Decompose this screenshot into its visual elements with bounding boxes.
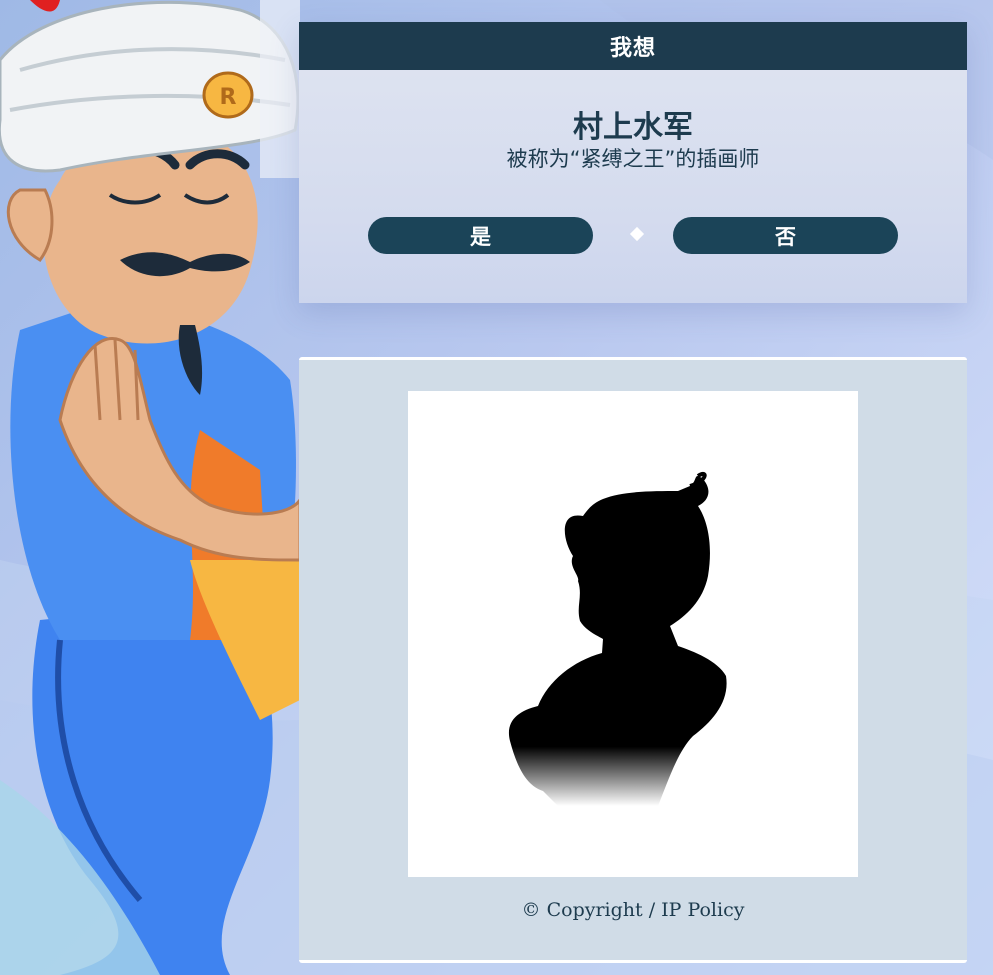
guess-header: 我想: [299, 22, 967, 70]
guess-description: 被称为“紧缚之王”的插画师: [506, 147, 760, 171]
no-button[interactable]: 否: [673, 217, 898, 254]
character-image-panel: © Copyright / IP Policy: [299, 357, 967, 963]
svg-text:R: R: [220, 85, 237, 110]
yes-button[interactable]: 是: [368, 217, 593, 254]
copyright-link[interactable]: © Copyright / IP Policy: [299, 899, 967, 921]
diamond-icon: [629, 226, 645, 242]
guess-name: 村上水军: [573, 110, 693, 145]
answer-buttons: 是 否: [368, 217, 898, 254]
genie-mascot: R: [0, 0, 300, 975]
silhouette-placeholder-icon: [508, 471, 727, 806]
character-photo: [408, 391, 858, 877]
guess-panel: 我想 村上水军 被称为“紧缚之王”的插画师 是 否: [299, 22, 967, 303]
